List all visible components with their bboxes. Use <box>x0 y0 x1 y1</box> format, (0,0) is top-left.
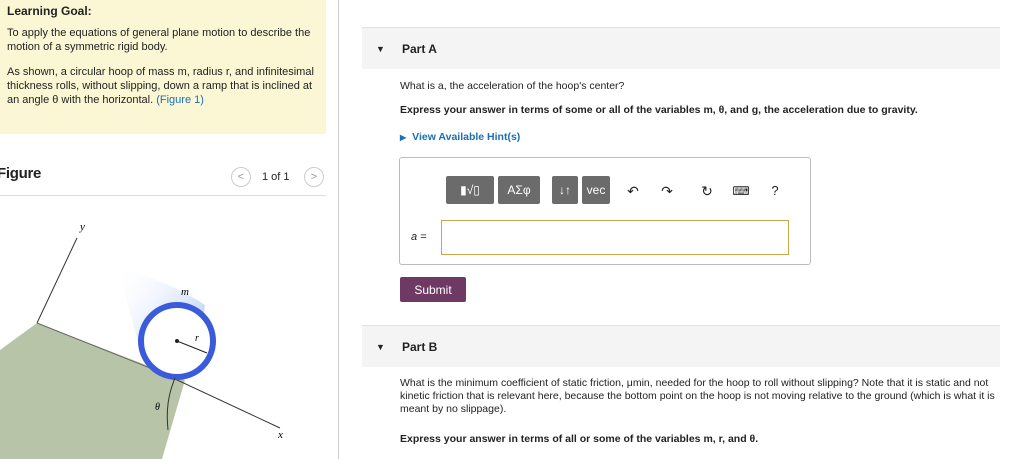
help-button[interactable]: ? <box>764 180 786 202</box>
part-b-question: What is the minimum coefficient of stati… <box>400 377 995 415</box>
y-axis <box>36 237 78 324</box>
figure-prev-button[interactable]: < <box>231 167 251 187</box>
chevron-left-icon: < <box>237 171 245 183</box>
panel-divider <box>338 0 339 459</box>
part-b-instruction: Express your answer in terms of all or s… <box>400 433 759 445</box>
greek-symbols-button[interactable]: ΑΣφ <box>498 176 540 204</box>
y-axis-label: y <box>79 221 85 233</box>
learning-goal-panel: Learning Goal: To apply the equations of… <box>0 0 326 134</box>
radius-label: r <box>195 333 199 344</box>
part-a-header[interactable]: ▼ Part A <box>362 27 1000 69</box>
part-b-label: Part B <box>402 340 438 354</box>
learning-goal-text-2: As shown, a circular hoop of mass m, rad… <box>7 65 319 107</box>
answer-label: a = <box>411 231 427 243</box>
redo-icon[interactable]: ↷ <box>656 180 678 202</box>
keyboard-icon[interactable]: ⌨ <box>730 180 752 202</box>
part-a-question: What is a, the acceleration of the hoop'… <box>400 80 625 92</box>
part-a-label: Part A <box>402 42 437 56</box>
view-hints-label: View Available Hint(s) <box>412 131 521 143</box>
reset-icon[interactable]: ↻ <box>696 180 718 202</box>
submit-button[interactable]: Submit <box>400 277 466 302</box>
figure-title: Figure <box>0 165 42 182</box>
chevron-right-icon: > <box>310 171 318 183</box>
part-a-instruction: Express your answer in terms of some or … <box>400 104 918 116</box>
arrows-button[interactable]: ↓↑ <box>552 176 578 204</box>
collapse-arrow-icon[interactable]: ▼ <box>376 342 385 352</box>
part-b-header[interactable]: ▼ Part B <box>362 325 1000 367</box>
learning-goal-text-1: To apply the equations of general plane … <box>7 27 311 53</box>
figure-link[interactable]: (Figure 1) <box>156 94 204 106</box>
vector-button[interactable]: vec <box>582 176 610 204</box>
caret-right-icon: ▶ <box>400 133 407 142</box>
figure-next-button[interactable]: > <box>304 167 324 187</box>
figure-counter: 1 of 1 <box>262 171 290 183</box>
hoop-on-ramp-figure: y x r m θ <box>0 221 283 459</box>
collapse-arrow-icon[interactable]: ▼ <box>376 44 385 54</box>
x-axis-label: x <box>277 429 283 441</box>
figure-header: Figure < 1 of 1 > <box>0 165 326 195</box>
templates-button[interactable]: ▮√▯ <box>446 176 494 204</box>
learning-goal-title: Learning Goal: <box>7 4 92 18</box>
angle-label: θ <box>155 402 160 413</box>
answer-box: ▮√▯ ΑΣφ ↓↑ vec ↶ ↷ ↻ ⌨ ? a = <box>399 157 811 265</box>
mass-label: m <box>181 286 189 298</box>
answer-input[interactable] <box>441 220 789 255</box>
view-hints-link[interactable]: ▶ View Available Hint(s) <box>400 131 520 143</box>
figure-divider <box>0 195 326 196</box>
undo-icon[interactable]: ↶ <box>622 180 644 202</box>
